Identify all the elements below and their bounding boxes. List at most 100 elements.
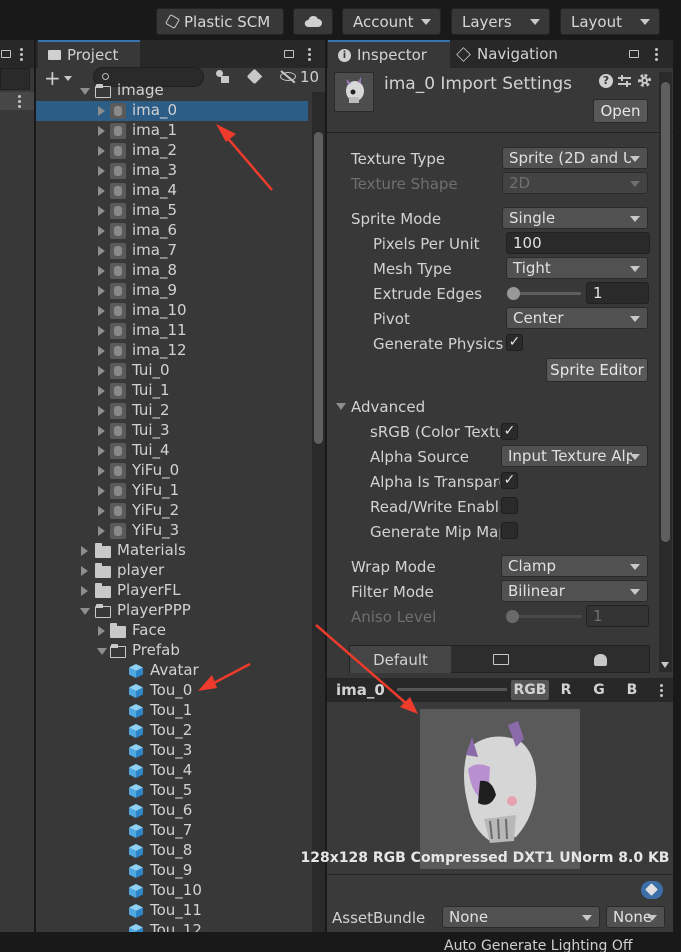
- chevron-right-icon[interactable]: [98, 146, 105, 156]
- chevron-right-icon[interactable]: [98, 366, 105, 376]
- plastic-scm-button[interactable]: Plastic SCM: [156, 8, 284, 35]
- channel-b-toggle[interactable]: B: [617, 680, 647, 700]
- tree-item[interactable]: Tou_8: [36, 841, 308, 861]
- tree-item[interactable]: Tui_3: [36, 421, 308, 441]
- tree-item[interactable]: Tou_12: [36, 921, 308, 932]
- help-icon[interactable]: ?: [599, 74, 613, 88]
- tree-item[interactable]: Tou_1: [36, 701, 308, 721]
- more-menu-icon[interactable]: [20, 48, 23, 61]
- tree-item[interactable]: Avatar: [36, 661, 308, 681]
- scene-more-icon[interactable]: [18, 95, 21, 108]
- channel-g-toggle[interactable]: G: [584, 680, 614, 700]
- open-button[interactable]: Open: [593, 99, 648, 123]
- tree-item[interactable]: PlayerFL: [36, 581, 308, 601]
- chevron-right-icon[interactable]: [81, 566, 88, 576]
- asset-label-icon[interactable]: [641, 881, 663, 899]
- channel-r-toggle[interactable]: R: [551, 680, 581, 700]
- tree-item[interactable]: ima_2: [36, 141, 308, 161]
- wrap-mode-dropdown[interactable]: Clamp: [501, 555, 648, 577]
- preview-more-icon[interactable]: [660, 684, 663, 697]
- mesh-type-dropdown[interactable]: Tight: [506, 257, 648, 279]
- chevron-down-icon[interactable]: [80, 88, 90, 95]
- chevron-down-icon[interactable]: [97, 648, 107, 655]
- tree-item[interactable]: Tou_7: [36, 821, 308, 841]
- read-write-checkbox[interactable]: [501, 497, 518, 514]
- chevron-right-icon[interactable]: [98, 166, 105, 176]
- tree-item[interactable]: Tou_3: [36, 741, 308, 761]
- tree-item[interactable]: YiFu_0: [36, 461, 308, 481]
- tree-item[interactable]: Tui_1: [36, 381, 308, 401]
- tree-item[interactable]: ima_6: [36, 221, 308, 241]
- assetbundle-variant-dropdown[interactable]: None: [606, 906, 665, 928]
- tree-item[interactable]: YiFu_3: [36, 521, 308, 541]
- chevron-right-icon[interactable]: [98, 466, 105, 476]
- pixels-per-unit-input[interactable]: 100: [506, 232, 650, 254]
- tree-item[interactable]: image: [36, 81, 308, 101]
- chevron-right-icon[interactable]: [98, 326, 105, 336]
- tree-item[interactable]: Tou_4: [36, 761, 308, 781]
- tree-item[interactable]: Tou_5: [36, 781, 308, 801]
- extrude-edges-slider-track[interactable]: [511, 292, 581, 295]
- tree-item[interactable]: Tou_10: [36, 881, 308, 901]
- mip-slider[interactable]: [397, 688, 507, 691]
- chevron-right-icon[interactable]: [98, 526, 105, 536]
- chevron-right-icon[interactable]: [98, 246, 105, 256]
- tab-project[interactable]: Project: [38, 40, 140, 68]
- chevron-right-icon[interactable]: [81, 546, 88, 556]
- advanced-foldout-icon[interactable]: [336, 403, 346, 410]
- chevron-right-icon[interactable]: [98, 346, 105, 356]
- more-menu-icon[interactable]: [655, 48, 658, 61]
- platform-tab-standalone[interactable]: [451, 646, 551, 673]
- channel-rgb-toggle[interactable]: RGB: [511, 680, 549, 700]
- tree-item[interactable]: ima_11: [36, 321, 308, 341]
- filter-mode-dropdown[interactable]: Bilinear: [501, 580, 648, 602]
- tree-item[interactable]: Tui_0: [36, 361, 308, 381]
- platform-tab-default[interactable]: Default: [350, 646, 451, 673]
- chevron-right-icon[interactable]: [98, 486, 105, 496]
- generate-physics-checkbox[interactable]: ✓: [506, 334, 523, 351]
- inspector-scrollbar[interactable]: [659, 72, 672, 672]
- hierarchy-search[interactable]: [0, 68, 30, 90]
- tree-item[interactable]: ima_3: [36, 161, 308, 181]
- tree-item[interactable]: Tou_6: [36, 801, 308, 821]
- tab-navigation[interactable]: Navigation: [453, 40, 577, 68]
- chevron-right-icon[interactable]: [98, 426, 105, 436]
- tree-item[interactable]: ima_4: [36, 181, 308, 201]
- tab-inspector[interactable]: i Inspector: [328, 40, 450, 68]
- preset-icon[interactable]: [618, 74, 632, 88]
- lock-icon[interactable]: [1, 50, 11, 58]
- chevron-right-icon[interactable]: [98, 126, 105, 136]
- gear-icon[interactable]: [637, 73, 652, 88]
- chevron-right-icon[interactable]: [98, 306, 105, 316]
- advanced-foldout-label[interactable]: Advanced: [351, 398, 425, 416]
- tree-item[interactable]: ima_8: [36, 261, 308, 281]
- chevron-right-icon[interactable]: [98, 106, 105, 116]
- tree-item[interactable]: Prefab: [36, 641, 308, 661]
- texture-type-dropdown[interactable]: Sprite (2D and UI): [502, 147, 648, 169]
- chevron-right-icon[interactable]: [98, 626, 105, 636]
- hierarchy-scene-row[interactable]: [0, 92, 34, 110]
- extrude-edges-slider-handle[interactable]: [507, 287, 520, 300]
- lock-icon[interactable]: [284, 50, 294, 58]
- more-menu-icon[interactable]: [308, 48, 311, 61]
- chevron-right-icon[interactable]: [98, 266, 105, 276]
- generate-mip-maps-checkbox[interactable]: [501, 522, 518, 539]
- chevron-right-icon[interactable]: [98, 206, 105, 216]
- scroll-down-icon[interactable]: [661, 662, 669, 668]
- lock-icon[interactable]: [629, 50, 639, 58]
- platform-tab-android[interactable]: [551, 646, 649, 673]
- cloud-button[interactable]: [293, 8, 333, 35]
- chevron-right-icon[interactable]: [98, 286, 105, 296]
- tree-item[interactable]: Materials: [36, 541, 308, 561]
- alpha-source-dropdown[interactable]: Input Texture Alpha: [501, 445, 648, 467]
- layers-dropdown[interactable]: Layers: [451, 8, 550, 35]
- tree-item[interactable]: ima_9: [36, 281, 308, 301]
- pivot-dropdown[interactable]: Center: [506, 307, 648, 329]
- tree-item[interactable]: YiFu_1: [36, 481, 308, 501]
- chevron-right-icon[interactable]: [98, 186, 105, 196]
- project-scrollbar[interactable]: [312, 92, 325, 932]
- extrude-edges-input[interactable]: 1: [586, 282, 649, 304]
- chevron-right-icon[interactable]: [98, 406, 105, 416]
- tree-item[interactable]: Tou_9: [36, 861, 308, 881]
- tree-item[interactable]: Tui_2: [36, 401, 308, 421]
